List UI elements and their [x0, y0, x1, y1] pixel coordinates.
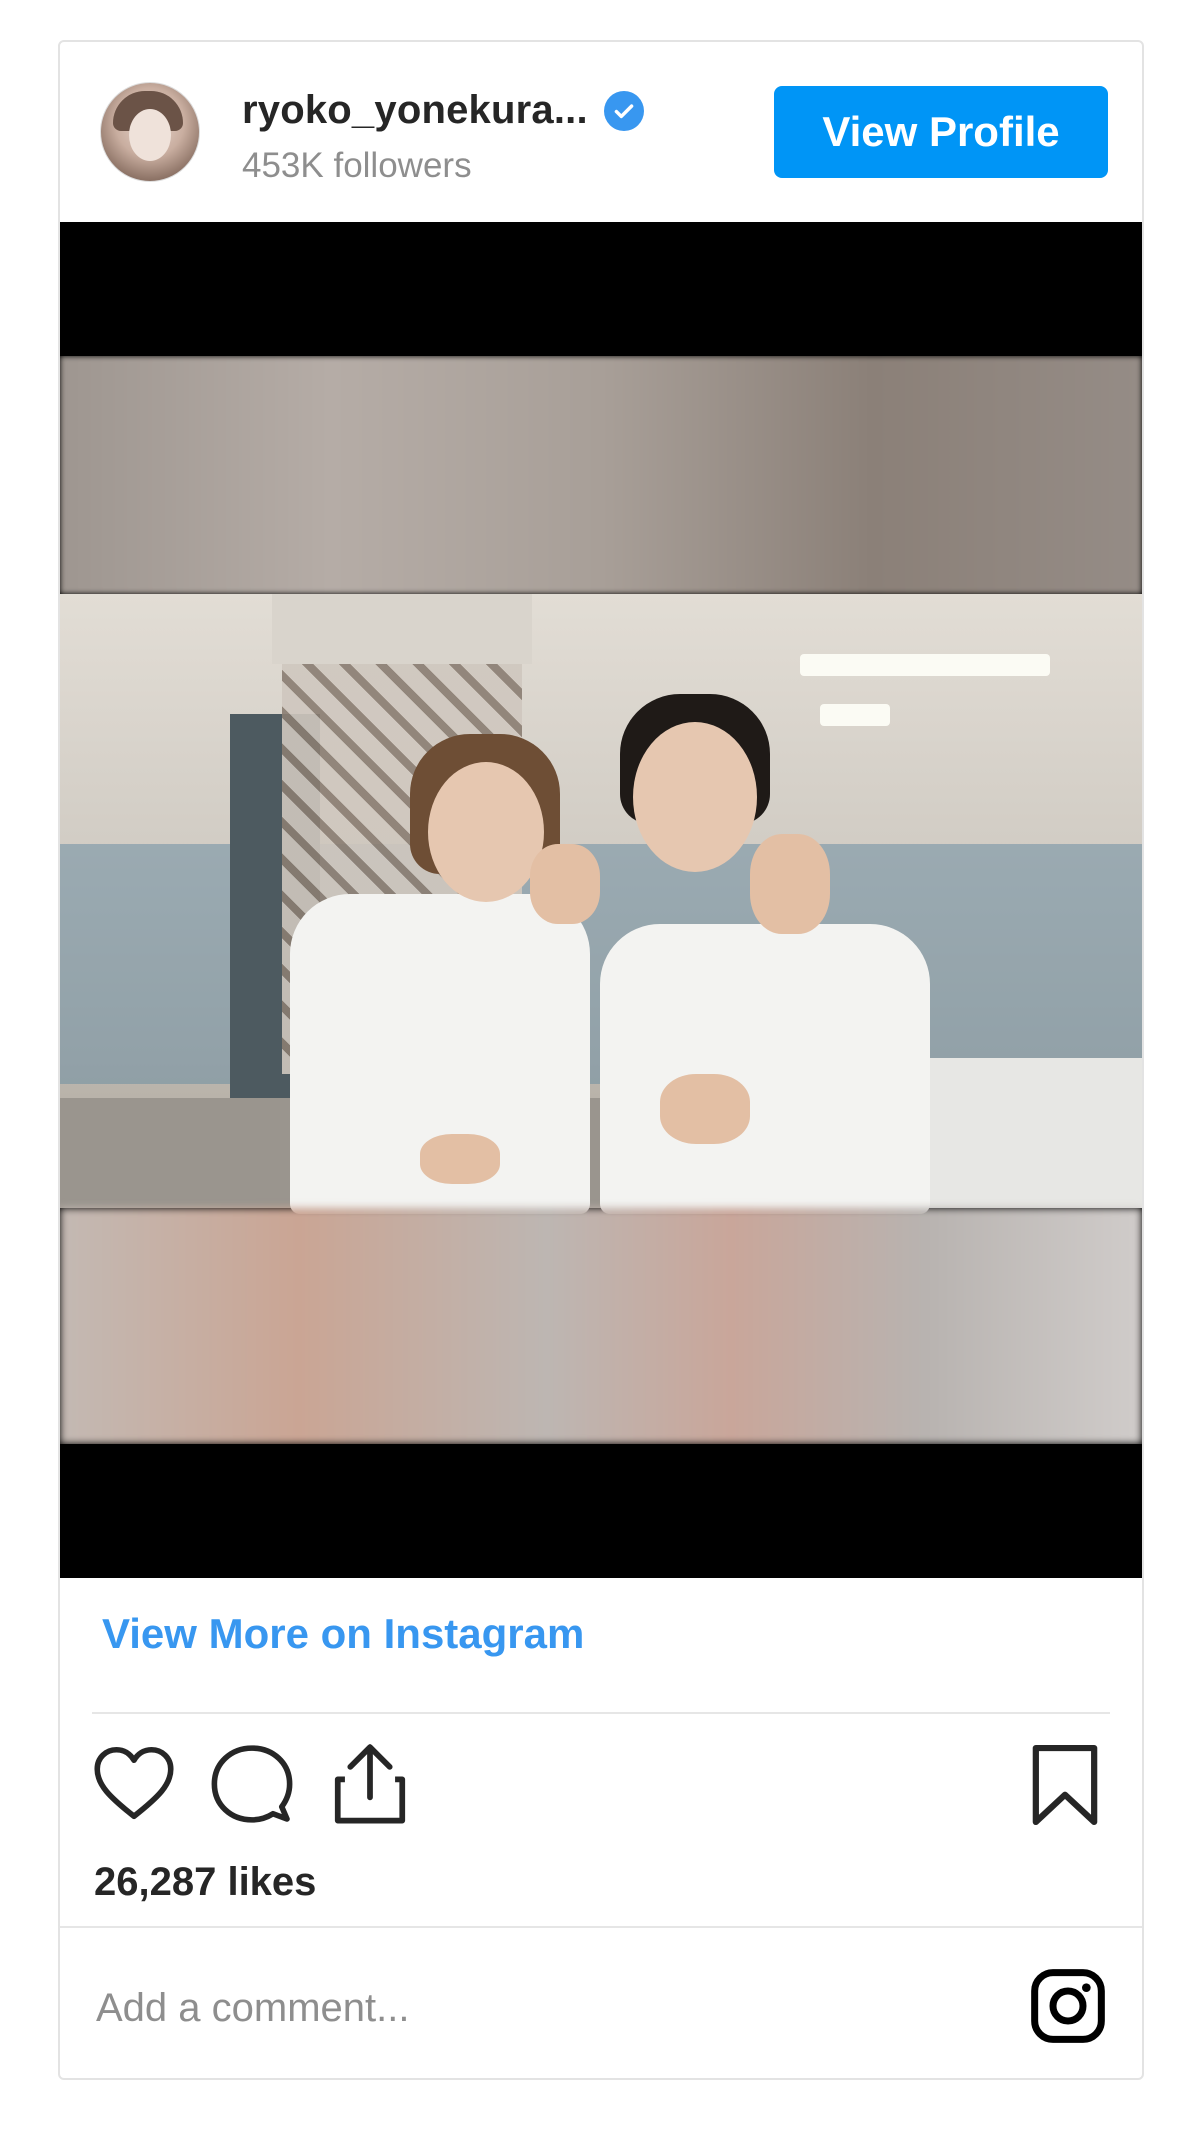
video-frame[interactable] [60, 356, 1142, 1444]
comment-bubble-icon[interactable] [210, 1742, 294, 1831]
divider [60, 1926, 1142, 1928]
bookmark-icon[interactable] [1030, 1742, 1100, 1833]
comment-input[interactable] [94, 1972, 998, 2044]
like-count: 26,287 likes [94, 1860, 317, 1904]
view-more-link[interactable]: View More on Instagram [102, 1610, 584, 1658]
action-bar [60, 1736, 1142, 1836]
view-profile-button[interactable]: View Profile [774, 86, 1108, 178]
divider [92, 1712, 1110, 1714]
instagram-embed-card: ryoko_yonekura... 453K followers View Pr… [58, 40, 1144, 2080]
username[interactable]: ryoko_yonekura... [242, 88, 588, 133]
heart-icon[interactable] [92, 1744, 176, 1827]
username-row: ryoko_yonekura... [242, 88, 644, 133]
share-icon[interactable] [330, 1740, 410, 1831]
verified-badge-icon [603, 90, 644, 131]
blurred-bottom-band [60, 1208, 1142, 1444]
blurred-top-band [60, 356, 1142, 594]
video-still [60, 594, 1142, 1214]
post-media[interactable] [60, 222, 1142, 1578]
post-header: ryoko_yonekura... 453K followers View Pr… [60, 42, 1142, 222]
avatar[interactable] [100, 82, 200, 182]
instagram-logo-icon[interactable] [1028, 1966, 1108, 2046]
follower-count: 453K followers [242, 146, 472, 185]
